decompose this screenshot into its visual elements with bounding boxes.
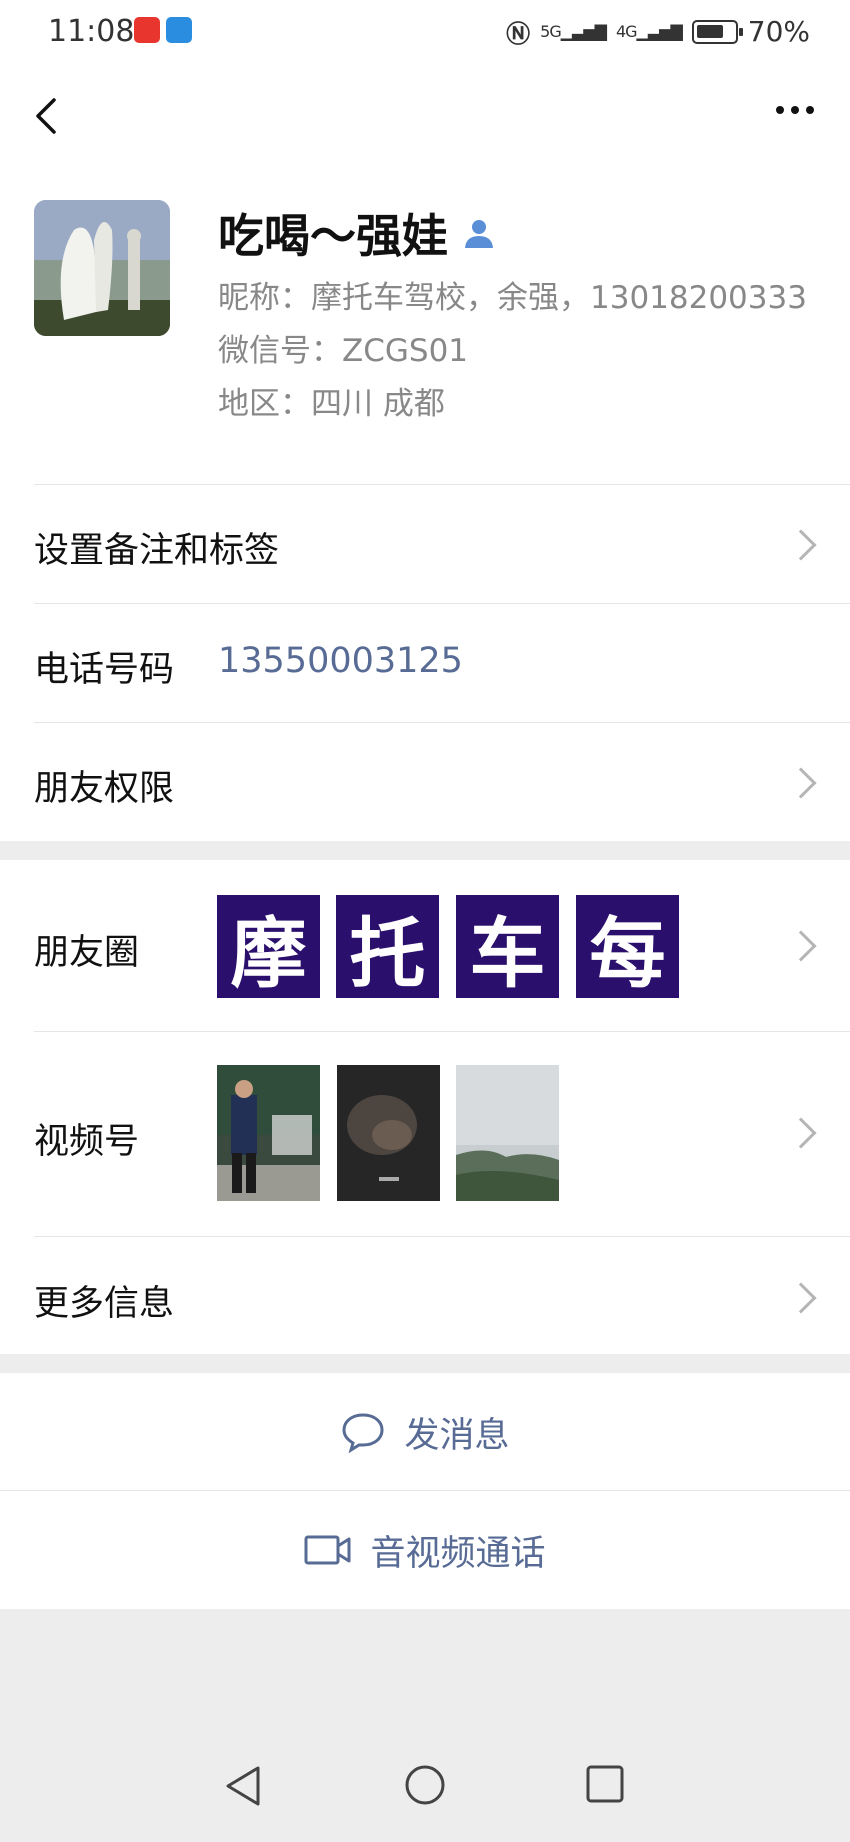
wechat-id: 微信号：ZCGS01 bbox=[218, 333, 469, 369]
status-time: 11:08 bbox=[48, 14, 135, 49]
battery-icon bbox=[691, 19, 743, 44]
status-bar: 11:08 Ⓝ 5G▁▃▅▇ 4G▁▃▅▇ 70% bbox=[0, 0, 850, 66]
divider bbox=[34, 722, 850, 723]
contact-profile-page: 11:08 Ⓝ 5G▁▃▅▇ 4G▁▃▅▇ 70% 吃喝～强娃 昵称：摩托车驾校… bbox=[0, 0, 850, 1842]
avatar[interactable] bbox=[34, 200, 170, 336]
nfc-icon: Ⓝ bbox=[506, 20, 531, 48]
nav-home-icon[interactable] bbox=[404, 1764, 446, 1806]
friend-permissions-row[interactable]: 朋友权限 bbox=[34, 760, 174, 811]
contact-name-text: 吃喝～强娃 bbox=[218, 209, 448, 263]
video-camera-icon bbox=[304, 1535, 351, 1565]
status-right: Ⓝ 5G▁▃▅▇ 4G▁▃▅▇ 70% bbox=[506, 14, 810, 49]
channel-video-thumbnail bbox=[217, 1065, 320, 1201]
video-call-button[interactable]: 音视频通话 bbox=[0, 1491, 850, 1609]
video-call-label: 音视频通话 bbox=[370, 1533, 546, 1574]
app-notification-icon bbox=[134, 17, 160, 43]
channel-video-thumbnail bbox=[456, 1065, 559, 1201]
phone-label: 电话号码 bbox=[34, 650, 175, 690]
signal-4g-icon: 4G▁▃▅▇ bbox=[615, 22, 683, 41]
moments-tile: 车 bbox=[456, 895, 559, 998]
remark-and-tags-row[interactable]: 设置备注和标签 bbox=[34, 522, 279, 573]
phone-number-link[interactable]: 13550003125 bbox=[218, 641, 463, 681]
divider bbox=[34, 1031, 850, 1032]
more-options-icon[interactable] bbox=[776, 106, 814, 114]
moments-tile: 每 bbox=[576, 895, 679, 998]
channel-video-thumbnail bbox=[337, 1065, 440, 1201]
divider bbox=[34, 484, 850, 485]
contact-person-icon bbox=[465, 220, 493, 248]
contact-name: 吃喝～强娃 bbox=[218, 200, 496, 266]
system-navigation-bar bbox=[0, 1740, 850, 1842]
divider bbox=[34, 603, 850, 604]
nav-recents-icon[interactable] bbox=[585, 1764, 625, 1804]
moments-row[interactable]: 朋友圈 bbox=[34, 924, 139, 975]
nav-back-icon[interactable] bbox=[222, 1764, 264, 1808]
back-arrow-icon[interactable] bbox=[28, 94, 68, 138]
send-message-label: 发消息 bbox=[404, 1415, 510, 1456]
nav-bar bbox=[0, 66, 850, 166]
nickname: 昵称：摩托车驾校，余强，13018200333 bbox=[218, 280, 807, 316]
chat-bubble-icon bbox=[342, 1413, 384, 1453]
battery-percent: 70% bbox=[747, 15, 810, 48]
app-notification-icon-2 bbox=[166, 17, 192, 43]
channels-row[interactable]: 视频号 bbox=[34, 1113, 139, 1164]
region: 地区：四川 成都 bbox=[218, 386, 445, 422]
avatar-image bbox=[34, 200, 170, 336]
send-message-button[interactable]: 发消息 bbox=[0, 1373, 850, 1491]
more-info-row[interactable]: 更多信息 bbox=[34, 1275, 174, 1326]
divider bbox=[34, 1236, 850, 1237]
signal-5g-icon: 5G▁▃▅▇ bbox=[540, 22, 607, 41]
moments-tile: 摩 bbox=[217, 895, 320, 998]
moments-tile: 托 bbox=[336, 895, 439, 998]
